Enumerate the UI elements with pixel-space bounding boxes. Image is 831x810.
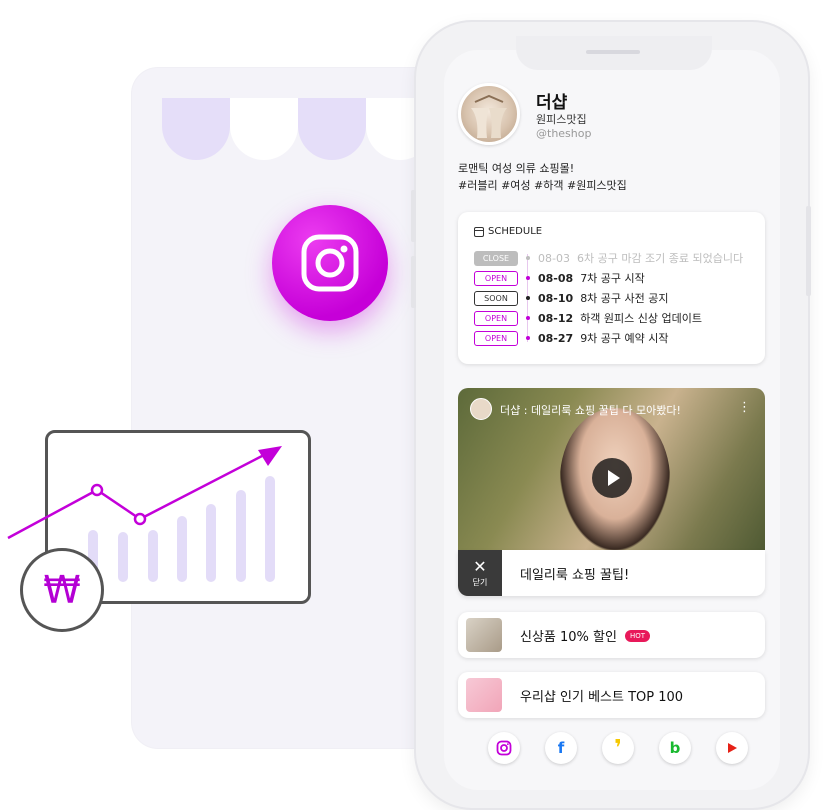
shop-hashtags: #러블리 #여성 #하객 #원피스맛집: [458, 179, 627, 192]
schedule-row[interactable]: OPEN 08-12 하객 원피스 신상 업데이트: [474, 310, 702, 326]
more-options-icon[interactable]: ⋮: [738, 400, 751, 415]
won-currency-icon: ₩: [20, 548, 104, 632]
close-label: 닫기: [472, 577, 488, 587]
status-badge: CLOSE: [474, 250, 518, 266]
shop-name: 더샵: [536, 93, 568, 113]
link-text: 신상품 10% 할인: [520, 630, 617, 645]
shop-handle: @theshop: [536, 127, 592, 140]
phone-volume-button: [411, 190, 416, 242]
phone-volume-button: [411, 256, 416, 308]
chart-bar: [118, 532, 128, 582]
link-thumbnail: [466, 618, 502, 652]
video-caption: 데일리룩 쇼핑 꿀팁!: [520, 568, 630, 583]
schedule-date: 08-27: [538, 331, 574, 345]
status-badge: OPEN: [474, 310, 518, 326]
chart-bar: [148, 530, 158, 582]
chart-bar: [206, 504, 216, 582]
status-badge: OPEN: [474, 270, 518, 286]
timeline-dot: [526, 336, 530, 340]
timeline-dot: [526, 256, 530, 260]
chart-trend-line: [7, 454, 263, 540]
instagram-icon: [301, 234, 359, 292]
instagram-badge: [272, 205, 388, 321]
chart-bar: [236, 490, 246, 582]
shop-category: 원피스맛집: [536, 113, 587, 126]
schedule-date: 08-03: [538, 251, 570, 265]
close-video-button[interactable]: ✕ 닫기: [458, 550, 502, 596]
schedule-row[interactable]: OPEN 08-08 7차 공구 시작: [474, 270, 645, 286]
chart-point: [133, 512, 147, 526]
timeline-dot: [526, 296, 530, 300]
link-label: 신상품 10% 할인 HOT: [520, 626, 651, 645]
status-badge: SOON: [474, 290, 518, 306]
phone-power-button: [806, 206, 811, 296]
timeline-dot: [526, 276, 530, 280]
chart-bar: [265, 476, 275, 582]
storefront-card: [132, 68, 452, 748]
chart-point: [90, 483, 104, 497]
social-links: f ❜ b: [488, 732, 748, 766]
schedule-row[interactable]: OPEN 08-27 9차 공구 예약 시작: [474, 330, 669, 346]
schedule-date: 08-10: [538, 291, 574, 305]
blog-icon[interactable]: b: [659, 732, 691, 764]
link-button-best[interactable]: 우리샵 인기 베스트 TOP 100: [458, 672, 765, 718]
phone-notch: [516, 36, 712, 70]
video-title[interactable]: 더샵 : 데일리룩 쇼핑 꿀팁 다 모아봤다!: [500, 402, 681, 418]
status-badge: OPEN: [474, 330, 518, 346]
link-button-sale[interactable]: 신상품 10% 할인 HOT: [458, 612, 765, 658]
timeline-dot: [526, 316, 530, 320]
hero-illustration: ₩ 더샵 원피스맛집 @theshop 로맨틱 여성 의류 쇼핑몰! #러블리 …: [0, 0, 831, 810]
shop-avatar[interactable]: [458, 83, 520, 145]
shop-bio: 로맨틱 여성 의류 쇼핑몰!: [458, 162, 575, 175]
chart-bar: [177, 516, 187, 582]
schedule-date: 08-12: [538, 311, 574, 325]
hot-badge: HOT: [624, 629, 651, 642]
calendar-icon: [474, 226, 484, 237]
video-player[interactable]: 더샵 : 데일리룩 쇼핑 꿀팁 다 모아봤다! ⋮: [458, 388, 765, 550]
schedule-text: 7차 공구 시작: [580, 272, 645, 285]
play-icon[interactable]: [592, 458, 632, 498]
schedule-text: 9차 공구 예약 시작: [580, 332, 669, 345]
close-icon: ✕: [473, 556, 487, 576]
facebook-icon[interactable]: f: [545, 732, 577, 764]
schedule-date: 08-08: [538, 271, 574, 285]
video-caption-bar: ✕ 닫기 데일리룩 쇼핑 꿀팁!: [458, 550, 765, 596]
storefront-awning: [162, 98, 452, 162]
youtube-icon[interactable]: [716, 732, 748, 764]
link-text: 우리샵 인기 베스트 TOP 100: [520, 690, 684, 705]
link-thumbnail: [466, 678, 502, 712]
schedule-text: 6차 공구 마감 조기 종료 되었습니다: [576, 252, 744, 265]
kakao-icon[interactable]: ❜: [602, 732, 634, 764]
chart-bars: [88, 476, 275, 582]
schedule-card: SCHEDULE CLOSE 08-03 6차 공구 마감 조기 종료 되었습니…: [458, 212, 765, 364]
schedule-text: 하객 원피스 신상 업데이트: [580, 312, 702, 325]
link-label: 우리샵 인기 베스트 TOP 100: [520, 686, 683, 705]
schedule-row[interactable]: SOON 08-10 8차 공구 사전 공지: [474, 290, 669, 306]
channel-avatar[interactable]: [470, 398, 492, 420]
instagram-icon[interactable]: [488, 732, 520, 764]
schedule-title: SCHEDULE: [488, 226, 543, 237]
schedule-header: SCHEDULE: [474, 226, 542, 237]
schedule-row[interactable]: CLOSE 08-03 6차 공구 마감 조기 종료 되었습니다: [474, 250, 743, 266]
schedule-text: 8차 공구 사전 공지: [580, 292, 669, 305]
